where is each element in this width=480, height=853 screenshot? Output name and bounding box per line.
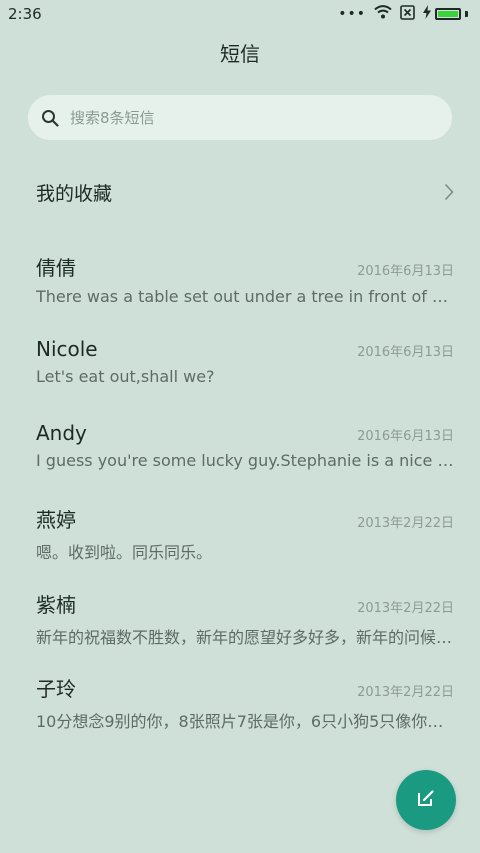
thread-item[interactable]: 子玲 2013年2月22日 10分想念9别的你，8张照片7张是你，6只小狗5只像… bbox=[36, 673, 454, 732]
thread-item[interactable]: 倩倩 2016年6月13日 There was a table set out … bbox=[36, 252, 454, 306]
favorites-row[interactable]: 我的收藏 bbox=[36, 170, 456, 214]
charging-bolt-icon bbox=[423, 5, 431, 23]
search-box[interactable] bbox=[28, 95, 452, 140]
thread-preview: 新年的祝福数不胜数，新年的愿望好多好多，新年的问候来得正是时候 bbox=[36, 628, 454, 647]
thread-name: 燕婷 bbox=[36, 508, 76, 532]
more-dots-icon: ••• bbox=[338, 6, 366, 22]
thread-preview: 10分想念9别的你，8张照片7张是你，6只小狗5只像你，4季 bbox=[36, 712, 454, 731]
page-title: 短信 bbox=[220, 42, 260, 66]
thread-preview: I guess you're some lucky guy.Stephanie … bbox=[36, 451, 454, 470]
thread-preview: 嗯。收到啦。同乐同乐。 bbox=[36, 543, 213, 562]
search-input[interactable] bbox=[70, 108, 430, 127]
battery-fill bbox=[438, 11, 458, 17]
wifi-icon bbox=[374, 5, 392, 23]
thread-date: 2016年6月13日 bbox=[357, 264, 454, 279]
thread-name: 紫楠 bbox=[36, 593, 76, 617]
thread-date: 2016年6月13日 bbox=[357, 345, 454, 360]
thread-item[interactable]: Nicole 2016年6月13日 Let's eat out,shall we… bbox=[36, 337, 454, 386]
thread-item[interactable]: 燕婷 2013年2月22日 嗯。收到啦。同乐同乐。 bbox=[36, 504, 454, 563]
status-bar: 2:36 ••• bbox=[0, 0, 480, 28]
battery-icon bbox=[435, 8, 461, 20]
thread-name: 倩倩 bbox=[36, 256, 76, 280]
battery-tip bbox=[465, 11, 468, 17]
status-time: 2:36 bbox=[8, 5, 42, 23]
thread-date: 2013年2月22日 bbox=[357, 685, 454, 700]
compose-button[interactable] bbox=[396, 770, 456, 830]
thread-item[interactable]: 紫楠 2013年2月22日 新年的祝福数不胜数，新年的愿望好多好多，新年的问候来… bbox=[36, 589, 454, 648]
thread-name: Nicole bbox=[36, 337, 98, 361]
thread-date: 2013年2月22日 bbox=[357, 601, 454, 616]
no-sim-icon bbox=[400, 4, 415, 24]
thread-date: 2016年6月13日 bbox=[357, 429, 454, 444]
thread-preview: There was a table set out under a tree i… bbox=[36, 287, 454, 306]
thread-item[interactable]: Andy 2016年6月13日 I guess you're some luck… bbox=[36, 421, 454, 470]
thread-preview: Let's eat out,shall we? bbox=[36, 367, 215, 386]
thread-name: 子玲 bbox=[36, 677, 76, 701]
search-icon bbox=[40, 108, 60, 128]
chevron-right-icon bbox=[444, 182, 456, 202]
thread-name: Andy bbox=[36, 421, 87, 445]
favorites-label: 我的收藏 bbox=[36, 182, 113, 205]
compose-icon bbox=[416, 788, 436, 812]
status-icons: ••• bbox=[338, 4, 468, 24]
thread-date: 2013年2月22日 bbox=[357, 516, 454, 531]
battery-indicator bbox=[423, 5, 468, 23]
